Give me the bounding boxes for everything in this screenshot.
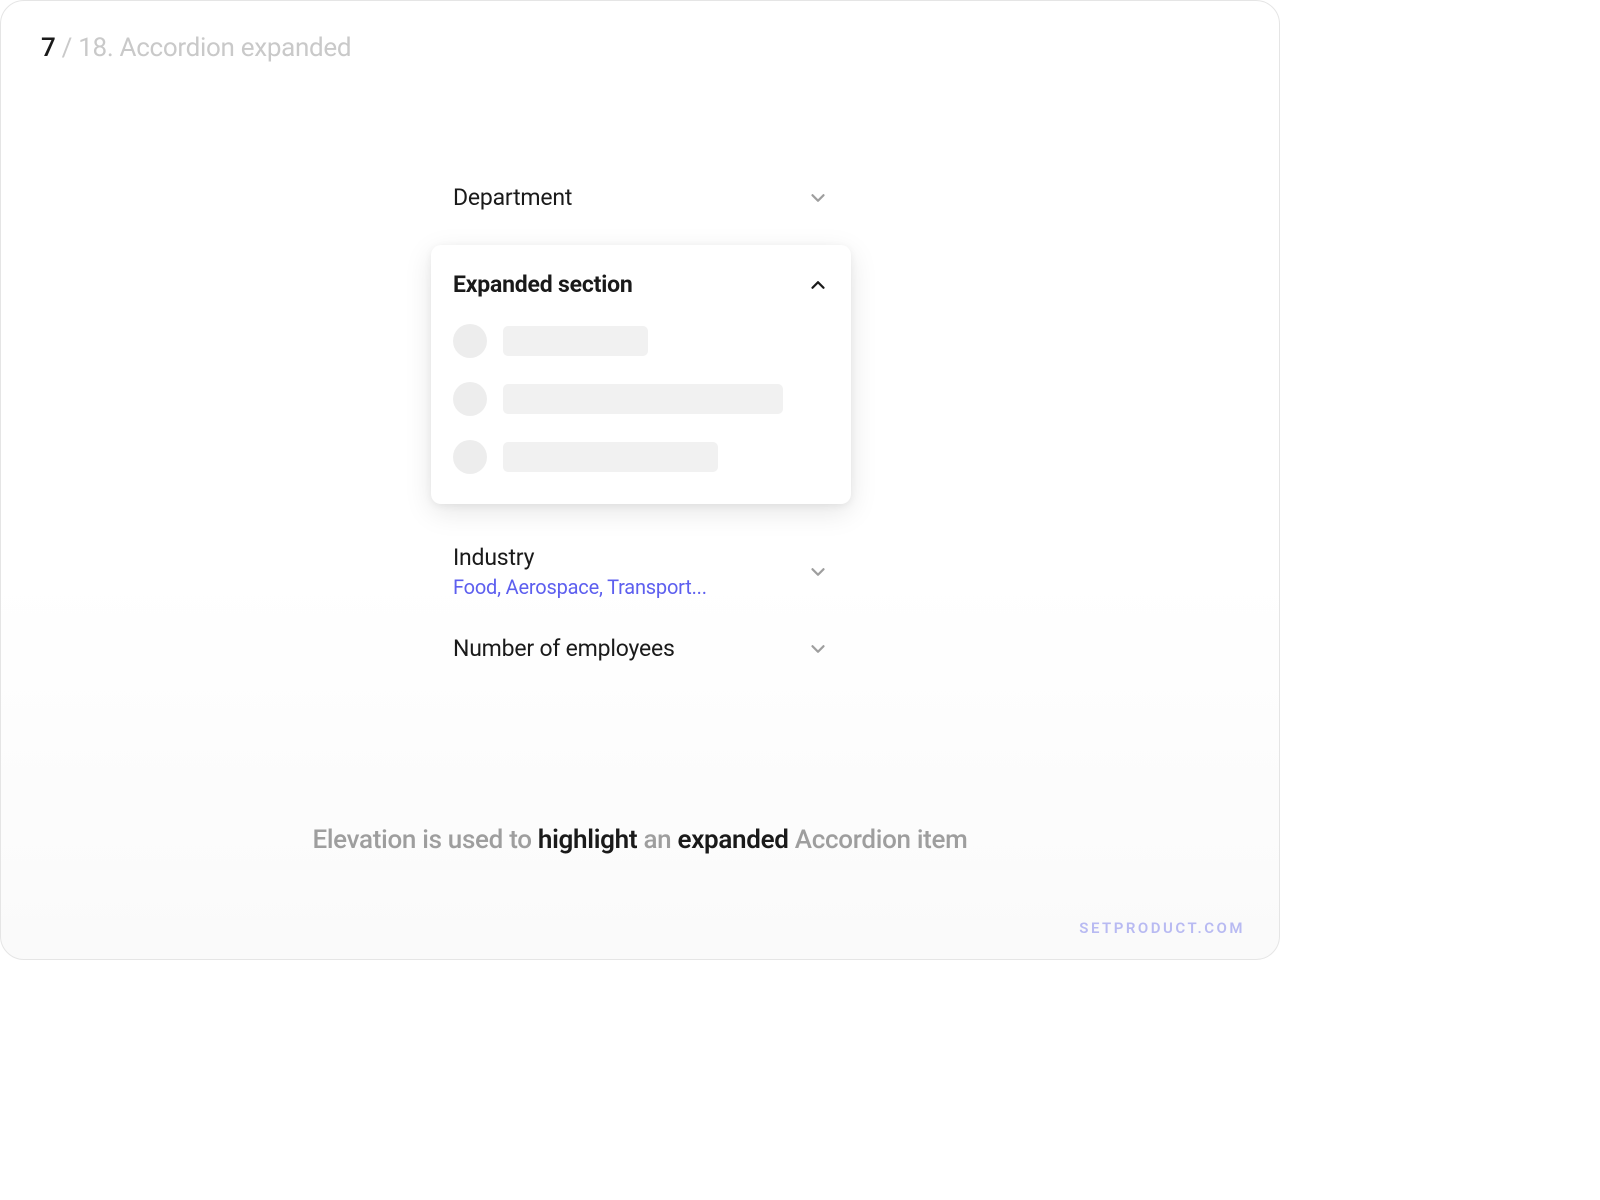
accordion-item-industry[interactable]: Industry Food, Aerospace, Transport... [431,526,851,617]
skeleton-avatar [453,324,487,358]
accordion-subtitle: Food, Aerospace, Transport... [453,575,707,599]
accordion-header: Expanded section [453,271,829,298]
accordion: Department Expanded section [431,166,851,680]
accordion-header: Department [453,184,829,211]
skeleton-bar [503,384,783,414]
skeleton-avatar [453,382,487,416]
breadcrumb-current: 7 [41,33,55,63]
accordion-item-department[interactable]: Department [431,166,851,229]
caption-text: Accordion item [789,825,968,855]
breadcrumb-separator: / [55,33,78,63]
accordion-title: Expanded section [453,271,633,298]
chevron-down-icon [807,638,829,660]
caption-text: Elevation is used to [312,825,537,855]
chevron-down-icon [807,187,829,209]
skeleton-row [453,324,829,358]
accordion-title: Number of employees [453,635,675,662]
skeleton-row [453,440,829,474]
breadcrumb: 7 / 18. Accordion expanded [41,33,351,63]
accordion-item-expanded[interactable]: Expanded section [431,245,851,504]
skeleton-content [453,324,829,474]
skeleton-bar [503,326,648,356]
accordion-text-block: Industry Food, Aerospace, Transport... [453,544,707,599]
accordion-title: Industry [453,544,707,571]
accordion-header: Industry Food, Aerospace, Transport... [453,544,829,599]
breadcrumb-title: 18. Accordion expanded [78,33,351,63]
slide-caption: Elevation is used to highlight an expand… [1,825,1279,855]
chevron-down-icon [807,561,829,583]
caption-text: an [637,825,677,855]
chevron-up-icon [807,274,829,296]
accordion-title: Department [453,184,572,211]
slide-frame: 7 / 18. Accordion expanded Department Ex… [0,0,1280,960]
caption-emphasis: highlight [538,825,637,855]
accordion-header: Number of employees [453,635,829,662]
skeleton-bar [503,442,718,472]
skeleton-avatar [453,440,487,474]
accordion-item-employees[interactable]: Number of employees [431,617,851,680]
caption-emphasis: expanded [678,825,789,855]
skeleton-row [453,382,829,416]
watermark: SETPRODUCT.COM [1079,919,1245,937]
